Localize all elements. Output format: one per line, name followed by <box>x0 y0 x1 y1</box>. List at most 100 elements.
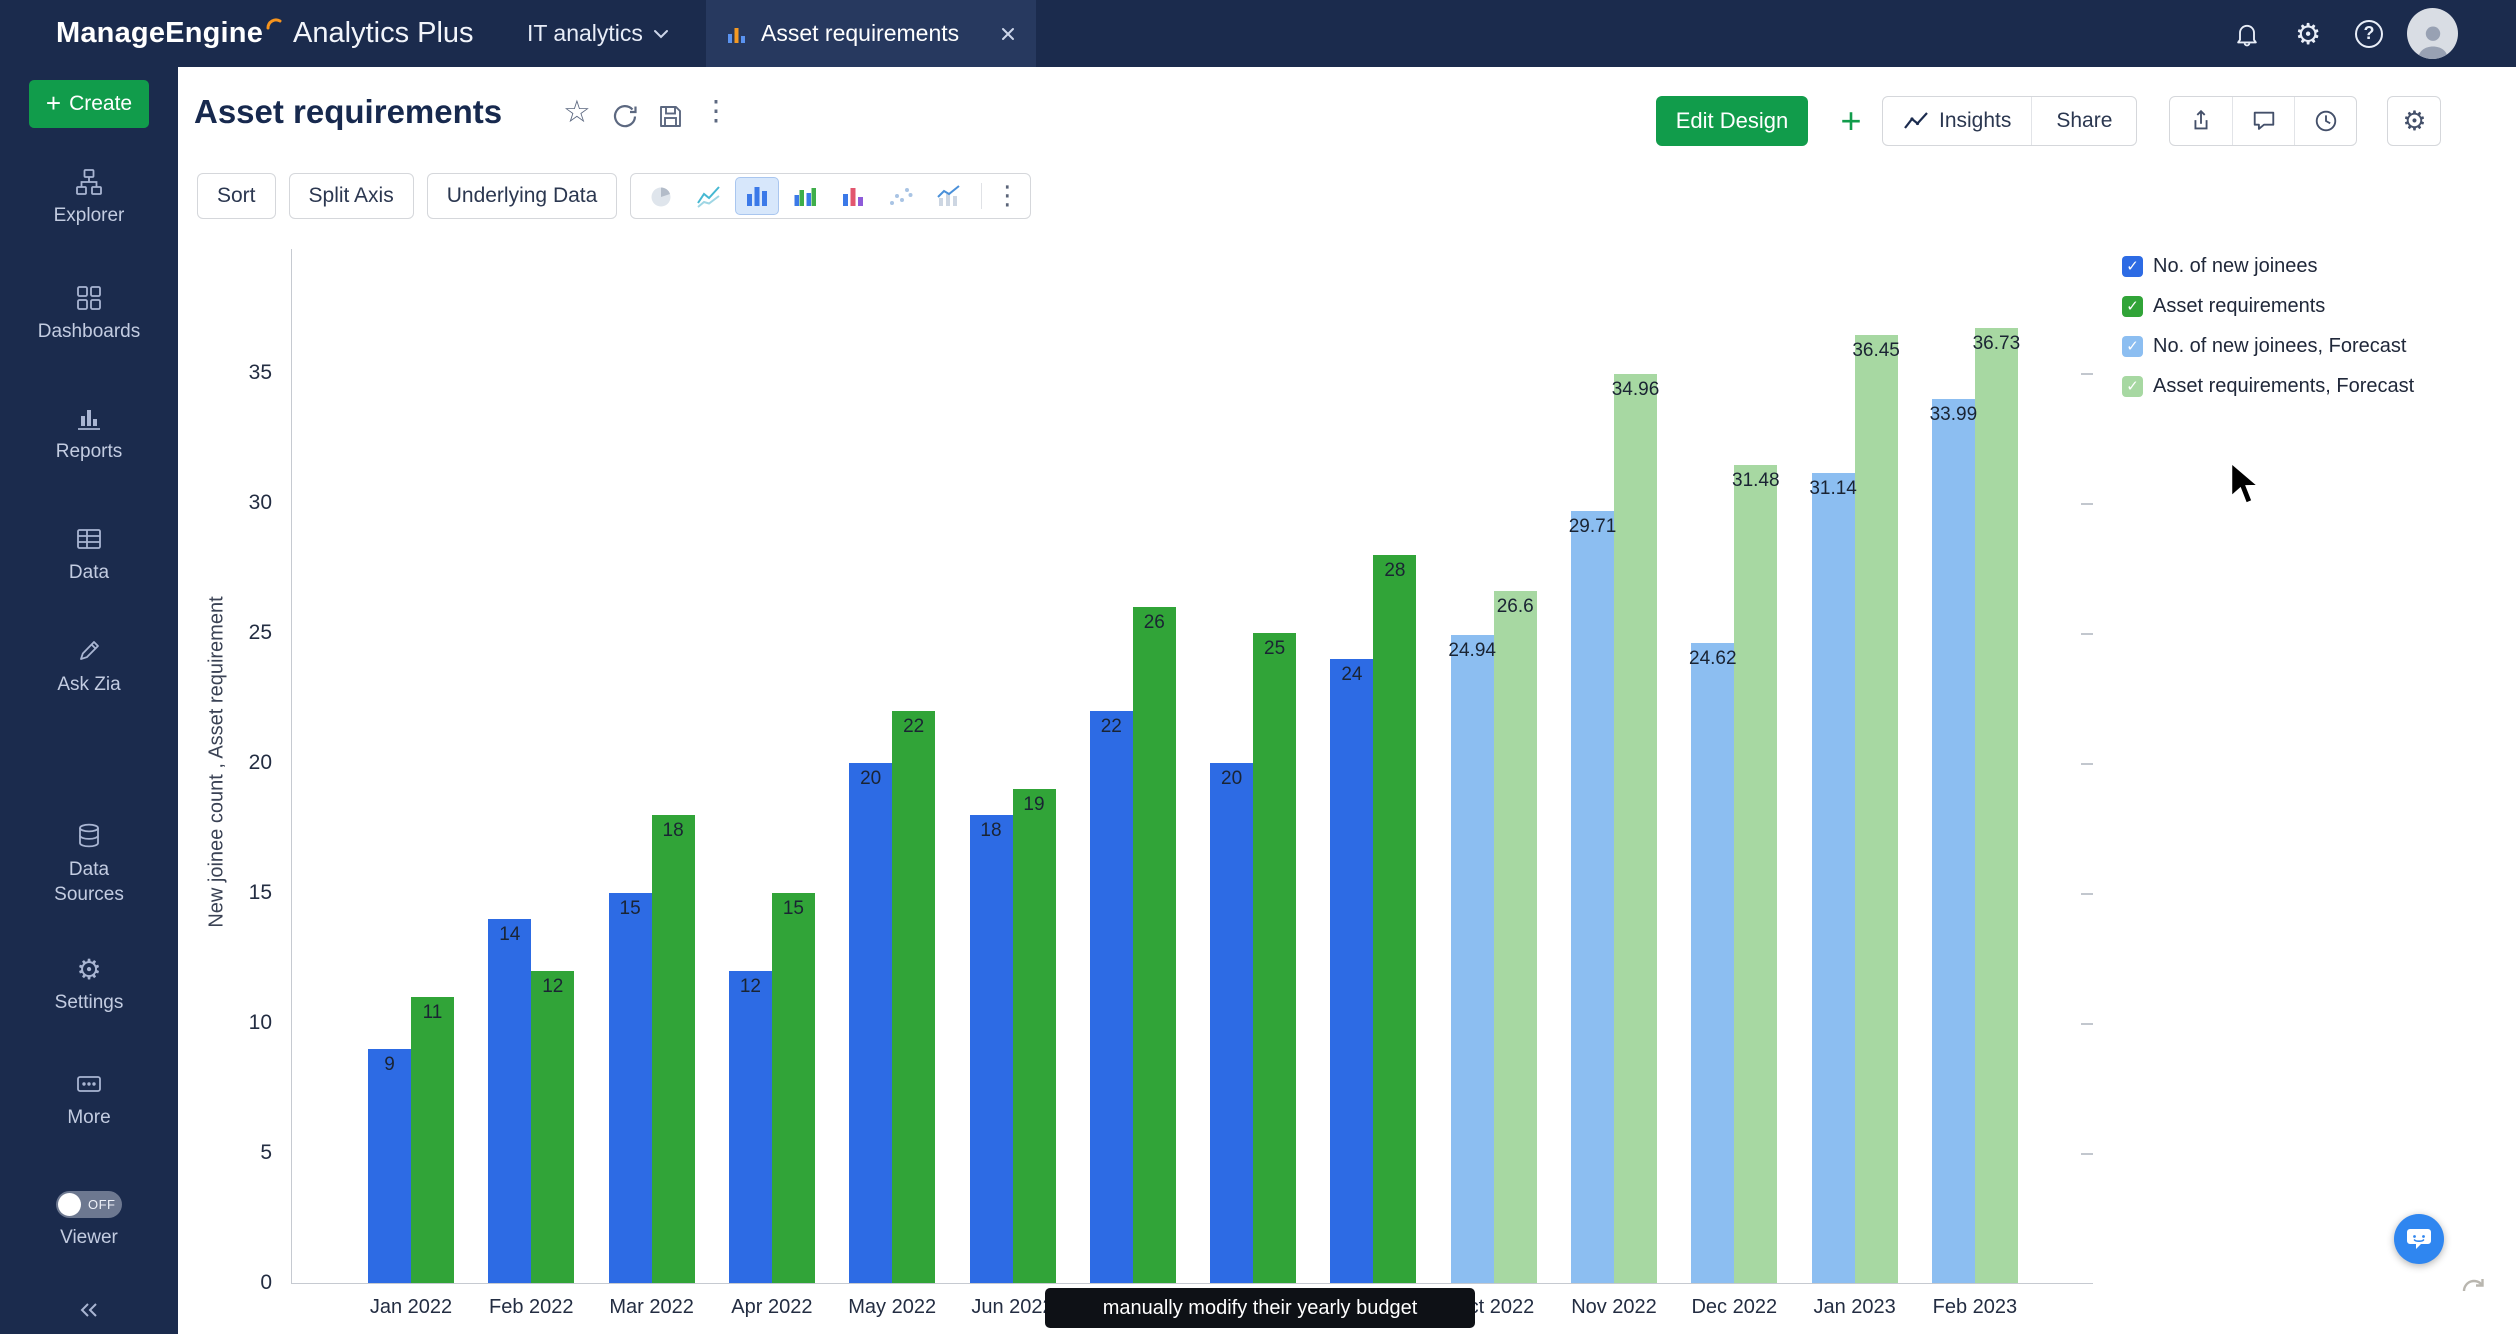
multi-bar-icon[interactable] <box>831 177 875 215</box>
bar[interactable] <box>849 763 892 1283</box>
bar-value-label: 36.73 <box>1973 333 2021 355</box>
split-axis-button[interactable]: Split Axis <box>289 173 414 219</box>
bar-value-label: 34.96 <box>1612 379 1660 401</box>
line-chart-icon[interactable] <box>687 177 731 215</box>
main-content: Asset requirements ☆ ⋮ Edit Design + <box>178 67 2516 1334</box>
sidebar-item-data-sources[interactable]: Data Sources <box>0 821 178 907</box>
pie-chart-icon[interactable] <box>639 177 683 215</box>
bar[interactable] <box>1253 633 1296 1283</box>
view-settings-button[interactable]: ⚙ <box>2387 96 2441 146</box>
legend-label: No. of new joinees <box>2153 255 2318 278</box>
page-title: Asset requirements <box>194 93 502 131</box>
bar[interactable] <box>1975 328 2018 1283</box>
avatar[interactable] <box>2407 8 2458 59</box>
share-button[interactable]: Share <box>2031 97 2136 145</box>
bar[interactable] <box>1932 399 1975 1283</box>
legend-checkbox[interactable]: ✓ <box>2122 296 2143 317</box>
legend-checkbox[interactable]: ✓ <box>2122 336 2143 357</box>
bar[interactable] <box>368 1049 411 1283</box>
sidebar-item-dashboards[interactable]: Dashboards <box>0 283 178 344</box>
legend-item[interactable]: ✓No. of new joinees, Forecast <box>2122 335 2414 357</box>
x-tick-label: Jan 2022 <box>370 1296 452 1319</box>
save-icon[interactable] <box>657 103 684 134</box>
bar[interactable] <box>772 893 815 1283</box>
y-tick-label: 35 <box>208 361 272 385</box>
export-button[interactable] <box>2170 97 2232 145</box>
sidebar-collapse-button[interactable] <box>0 1295 178 1330</box>
bar[interactable] <box>411 997 454 1283</box>
brand-logo[interactable]: ManageEngine Analytics Plus <box>56 0 474 67</box>
grouped-bar-icon[interactable] <box>783 177 827 215</box>
bar[interactable] <box>729 971 772 1283</box>
combo-chart-icon[interactable] <box>927 177 971 215</box>
sidebar-item-more[interactable]: More <box>0 1069 178 1130</box>
tab-asset-requirements[interactable]: Asset requirements <box>706 0 1036 67</box>
bar-chart-icon[interactable] <box>735 177 779 215</box>
chevron-down-icon <box>653 29 669 39</box>
bar[interactable] <box>1210 763 1253 1283</box>
close-icon[interactable] <box>1000 26 1016 42</box>
scroll-hint-icon <box>2460 1271 2486 1302</box>
viewer-toggle[interactable]: OFF <box>56 1191 122 1218</box>
create-button[interactable]: + Create <box>29 80 149 128</box>
history-clock-button[interactable] <box>2294 97 2356 145</box>
bar[interactable] <box>1571 511 1614 1283</box>
bar-value-label: 15 <box>620 898 641 920</box>
scatter-icon[interactable] <box>879 177 923 215</box>
comment-button[interactable] <box>2232 97 2294 145</box>
chat-help-button[interactable] <box>2394 1214 2444 1264</box>
bar[interactable] <box>1451 635 1494 1283</box>
legend-checkbox[interactable]: ✓ <box>2122 376 2143 397</box>
bar[interactable] <box>970 815 1013 1283</box>
notifications-bell-icon[interactable] <box>2225 0 2269 67</box>
bar-value-label: 20 <box>860 768 881 790</box>
bar[interactable] <box>1614 374 1657 1283</box>
refresh-icon[interactable] <box>611 103 638 134</box>
bar[interactable] <box>1494 591 1537 1283</box>
bar[interactable] <box>1133 607 1176 1283</box>
bar[interactable] <box>1734 465 1777 1283</box>
bar[interactable] <box>609 893 652 1283</box>
more-vertical-icon[interactable]: ⋮ <box>702 97 730 125</box>
axis-tick <box>2081 1153 2093 1155</box>
workspace-switcher[interactable]: IT analytics <box>527 0 669 67</box>
bar[interactable] <box>1373 555 1416 1283</box>
bar[interactable] <box>1013 789 1056 1283</box>
bar[interactable] <box>531 971 574 1283</box>
bar[interactable] <box>1691 643 1734 1283</box>
settings-gear-icon[interactable]: ⚙ <box>2286 0 2330 67</box>
favorite-star-icon[interactable]: ☆ <box>563 97 591 128</box>
brand-product: Analytics Plus <box>293 17 474 50</box>
sidebar-item-label: Dashboards <box>0 319 178 344</box>
y-tick-label: 5 <box>208 1141 272 1165</box>
add-button[interactable]: + <box>1828 96 1874 146</box>
legend-item[interactable]: ✓Asset requirements, Forecast <box>2122 375 2414 397</box>
legend-item[interactable]: ✓ No. of new joinees <box>2122 255 2414 277</box>
legend-checkbox[interactable]: ✓ <box>2122 256 2143 277</box>
help-icon[interactable]: ? <box>2347 0 2391 67</box>
sidebar-item-settings[interactable]: ⚙ Settings <box>0 954 178 1015</box>
bar[interactable] <box>1812 473 1855 1283</box>
edit-design-button[interactable]: Edit Design <box>1656 96 1808 146</box>
legend-item[interactable]: ✓Asset requirements <box>2122 295 2414 317</box>
sidebar-item-data[interactable]: Data <box>0 524 178 585</box>
sidebar-item-explorer[interactable]: Explorer <box>0 167 178 228</box>
sidebar-item-ask-zia[interactable]: Ask Zia <box>0 636 178 697</box>
underlying-data-button[interactable]: Underlying Data <box>427 173 618 219</box>
insights-button[interactable]: Insights <box>1883 97 2031 145</box>
insights-share-group: Insights Share <box>1882 96 2137 146</box>
sidebar-item-reports[interactable]: Reports <box>0 403 178 464</box>
comment-icon <box>2251 108 2277 134</box>
bar[interactable] <box>892 711 935 1283</box>
bar[interactable] <box>1090 711 1133 1283</box>
axis-tick <box>2081 1023 2093 1025</box>
bar-value-label: 26 <box>1144 612 1165 634</box>
more-vertical-icon[interactable]: ⋮ <box>992 181 1022 211</box>
bar[interactable] <box>1330 659 1373 1283</box>
x-tick-label: Jun 2022 <box>971 1296 1053 1319</box>
bar[interactable] <box>1855 335 1898 1283</box>
y-tick-label: 15 <box>208 881 272 905</box>
bar[interactable] <box>488 919 531 1283</box>
bar[interactable] <box>652 815 695 1283</box>
sort-button[interactable]: Sort <box>197 173 276 219</box>
